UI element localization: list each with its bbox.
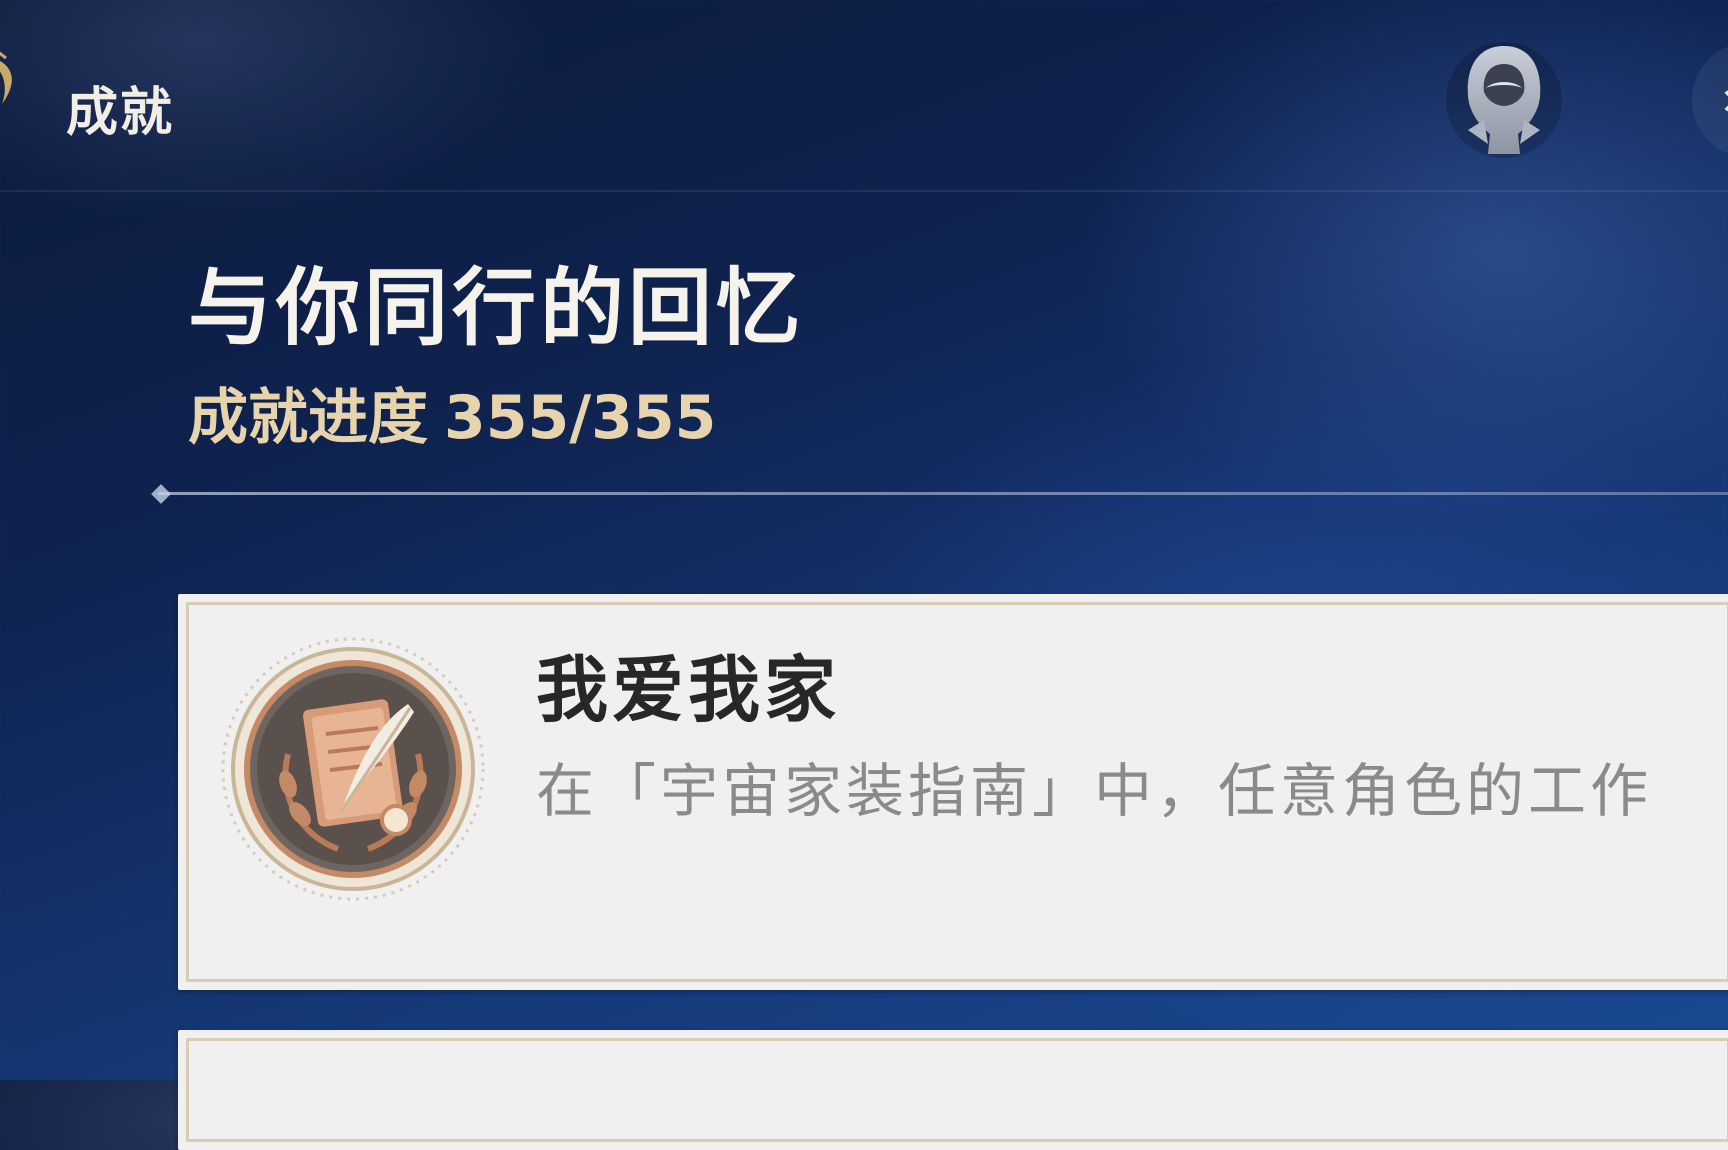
quill-notebook-medal-icon: [221, 637, 485, 901]
section-divider: [158, 492, 1728, 495]
achievement-card[interactable]: 我爱我家 在「宇宙家装指南」中，任意角色的工作: [178, 594, 1728, 990]
progress-label: 成就进度: [188, 383, 428, 453]
achievement-description: 在「宇宙家装指南」中，任意角色的工作: [536, 757, 1653, 825]
achievement-card[interactable]: [178, 1030, 1728, 1150]
hooded-emblem-icon: [1467, 46, 1541, 154]
top-bar: 成就 ✕: [0, 0, 1728, 192]
close-button[interactable]: ✕: [1692, 42, 1728, 158]
page-title: 成就: [66, 83, 175, 143]
wing-emblem-icon[interactable]: [0, 48, 22, 108]
achievement-progress: 成就进度 355/355: [188, 388, 716, 448]
badge-button[interactable]: [1446, 42, 1562, 158]
close-icon: ✕: [1720, 82, 1728, 123]
achievement-name: 我爱我家: [536, 648, 841, 732]
series-title: 与你同行的回忆: [188, 259, 805, 357]
progress-value: 355/355: [444, 383, 717, 453]
